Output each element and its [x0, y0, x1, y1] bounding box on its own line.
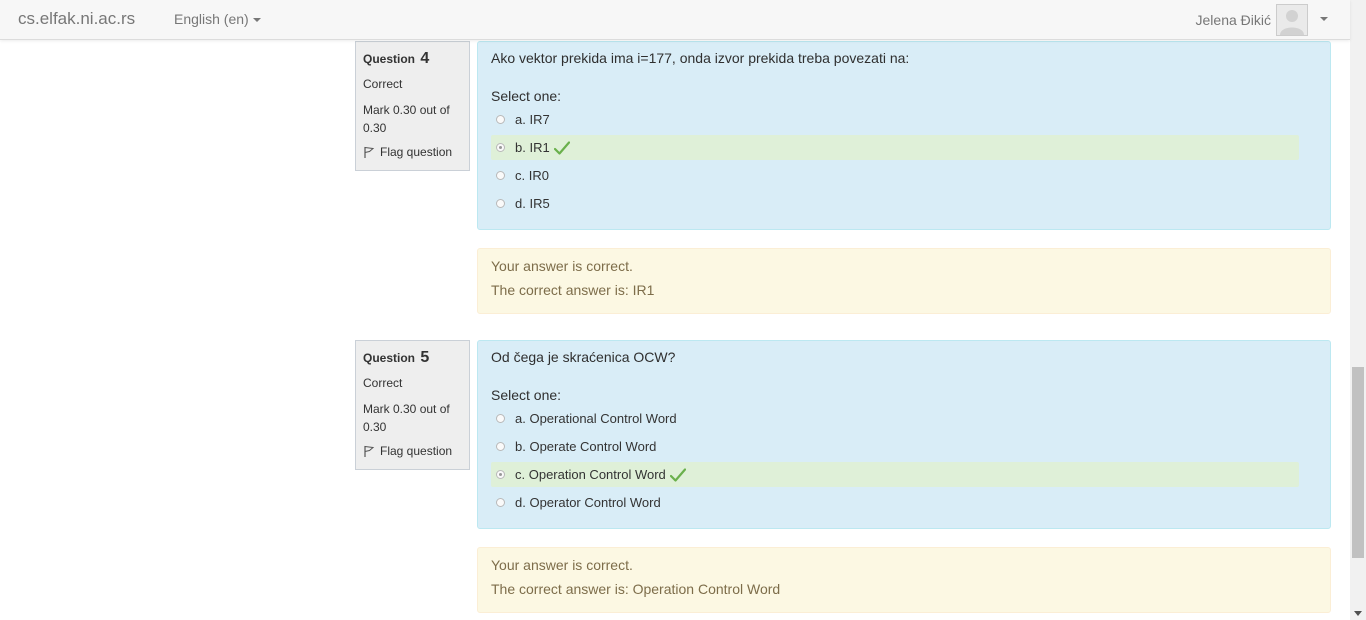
checkmark-icon	[553, 140, 570, 155]
language-label: English (en)	[174, 11, 249, 27]
answer-label: b. IR1	[515, 140, 550, 155]
question-info-4: Question 4 Correct Mark 0.30 out of 0.30…	[355, 41, 470, 171]
flag-question-label: Flag question	[380, 444, 453, 458]
user-name[interactable]: Jelena Đikić	[1196, 12, 1271, 28]
chevron-down-icon	[252, 18, 261, 23]
question-number: 5	[420, 349, 430, 366]
user-menu-chevron-icon[interactable]	[1320, 17, 1328, 21]
question-feedback-5: Your answer is correct. The correct answ…	[477, 547, 1331, 613]
scroll-down-arrow-icon[interactable]	[1354, 611, 1362, 616]
flag-question-link[interactable]: Flag question	[363, 444, 462, 458]
user-avatar-icon	[1280, 10, 1304, 35]
answer-list: a. Operational Control Word b. Operate C…	[491, 406, 1317, 515]
question-label: Question	[363, 52, 416, 66]
feedback-text: Your answer is correct.	[491, 258, 633, 274]
site-brand-link[interactable]: cs.elfak.ni.ac.rs	[18, 9, 135, 29]
answer-label: a. IR7	[515, 112, 550, 127]
correct-answer-text: The correct answer is: Operation Control…	[491, 581, 781, 597]
question-text: Ako vektor prekida ima i=177, onda izvor…	[491, 50, 910, 66]
flag-question-label: Flag question	[380, 145, 453, 159]
top-navbar: cs.elfak.ni.ac.rs English (en) Jelena Đi…	[0, 0, 1350, 40]
answer-option-a[interactable]: a. Operational Control Word	[491, 406, 1299, 431]
radio-button[interactable]	[496, 171, 505, 180]
checkmark-icon	[669, 467, 686, 482]
answer-list: a. IR7 b. IR1 c. IR0 d. IR5	[491, 107, 1317, 216]
question-info-5: Question 5 Correct Mark 0.30 out of 0.30…	[355, 340, 470, 470]
radio-button[interactable]	[496, 199, 505, 208]
avatar[interactable]	[1276, 4, 1308, 36]
select-one-prompt: Select one:	[491, 88, 562, 104]
radio-button-selected[interactable]	[496, 470, 505, 479]
scrollbar-thumb[interactable]	[1352, 367, 1364, 558]
radio-button[interactable]	[496, 115, 505, 124]
flag-question-link[interactable]: Flag question	[363, 145, 462, 159]
answer-label: d. Operator Control Word	[515, 495, 661, 510]
question-label: Question	[363, 351, 416, 365]
radio-button-selected[interactable]	[496, 143, 505, 152]
select-one-prompt: Select one:	[491, 387, 562, 403]
question-formulation-4: Ako vektor prekida ima i=177, onda izvor…	[477, 41, 1331, 230]
radio-button[interactable]	[496, 442, 505, 451]
answer-label: d. IR5	[515, 196, 550, 211]
question-grade: Mark 0.30 out of 0.30	[363, 402, 450, 434]
question-text: Od čega je skraćenica OCW?	[491, 349, 676, 365]
question-number: 4	[420, 50, 430, 67]
question-formulation-5: Od čega je skraćenica OCW? Select one: a…	[477, 340, 1331, 529]
answer-label: c. IR0	[515, 168, 549, 183]
answer-option-c[interactable]: c. Operation Control Word	[491, 462, 1299, 487]
flag-icon	[364, 445, 375, 457]
answer-option-a[interactable]: a. IR7	[491, 107, 1299, 132]
answer-option-b[interactable]: b. Operate Control Word	[491, 434, 1299, 459]
radio-button[interactable]	[496, 498, 505, 507]
answer-option-b[interactable]: b. IR1	[491, 135, 1299, 160]
question-grade: Mark 0.30 out of 0.30	[363, 103, 450, 135]
answer-label: c. Operation Control Word	[515, 467, 666, 482]
vertical-scrollbar[interactable]	[1350, 0, 1366, 620]
answer-option-d[interactable]: d. IR5	[491, 191, 1299, 216]
radio-button[interactable]	[496, 414, 505, 423]
answer-label: b. Operate Control Word	[515, 439, 657, 454]
feedback-text: Your answer is correct.	[491, 557, 633, 573]
question-state: Correct	[363, 376, 403, 390]
answer-label: a. Operational Control Word	[515, 411, 677, 426]
correct-answer-text: The correct answer is: IR1	[491, 282, 655, 298]
flag-icon	[364, 146, 375, 158]
question-state: Correct	[363, 77, 403, 91]
answer-option-d[interactable]: d. Operator Control Word	[491, 490, 1299, 515]
answer-option-c[interactable]: c. IR0	[491, 163, 1299, 188]
question-feedback-4: Your answer is correct. The correct answ…	[477, 248, 1331, 314]
language-menu[interactable]: English (en)	[174, 11, 261, 27]
